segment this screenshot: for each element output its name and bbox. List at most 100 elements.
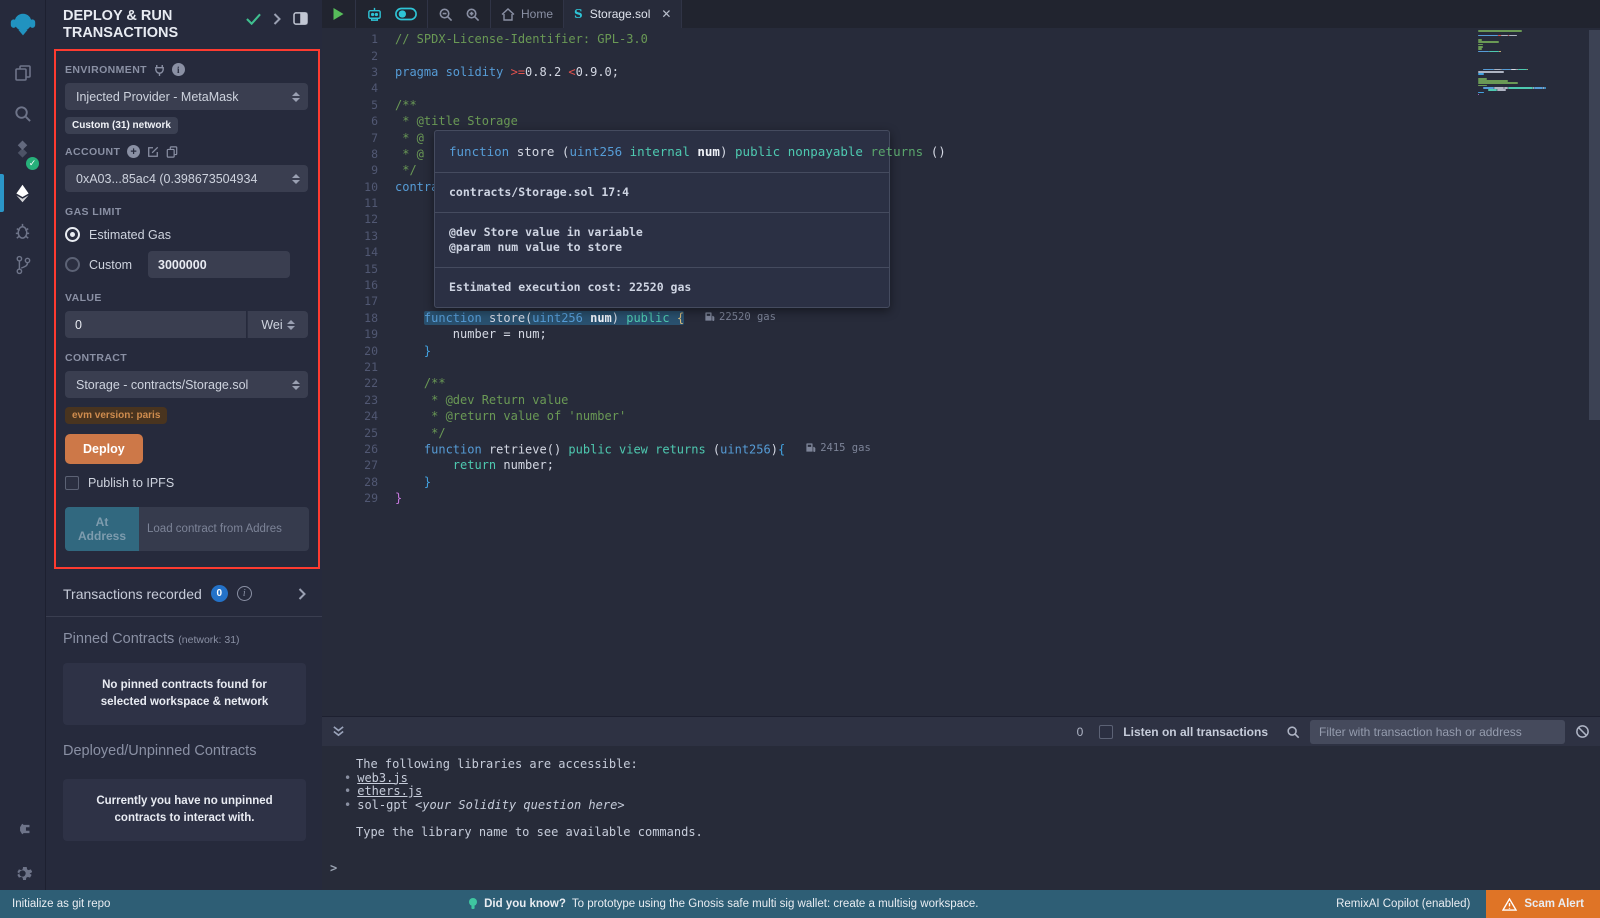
estimated-gas-radio[interactable] [65,227,80,242]
deploy-button[interactable]: Deploy [65,434,143,464]
terminal-prompt[interactable]: > [322,861,1600,875]
file-explorer-icon[interactable] [0,56,45,90]
search-icon[interactable] [0,96,45,130]
expand-terminal-icon[interactable] [332,725,345,738]
copy-address-icon[interactable] [166,146,178,158]
debugger-icon[interactable] [0,214,45,248]
at-address-button[interactable]: At Address [65,507,139,551]
transactions-expand-icon[interactable] [298,588,306,600]
sign-message-icon[interactable] [147,146,159,158]
publish-ipfs-row[interactable]: Publish to IPFS [65,476,308,490]
code-line[interactable]: 19 number = num; [322,326,1600,342]
minimap-segment [1478,35,1498,37]
chevron-right-icon[interactable] [273,13,281,25]
plug-icon[interactable] [154,64,165,76]
code-line[interactable]: 4 [322,80,1600,96]
code-line[interactable]: 2 [322,47,1600,63]
copilot-status[interactable]: RemixAI Copilot (enabled) [1336,898,1470,910]
code-line[interactable]: 25 */ [322,424,1600,440]
value-input[interactable] [65,311,246,338]
line-number: 7 [322,131,378,145]
code-line[interactable]: 6 * @title Storage [322,113,1600,129]
code-line[interactable]: 26 function retrieve() public view retur… [322,441,1600,457]
code-token: pragma solidity [395,65,511,79]
code-line[interactable]: 5/** [322,97,1600,113]
code-token: return [453,458,504,472]
estimated-gas-option[interactable]: Estimated Gas [65,227,308,242]
editor-minimap[interactable] [1476,30,1586,96]
listen-all-transactions-checkbox[interactable] [1099,725,1113,739]
transactions-count-badge: 0 [211,585,228,602]
close-tab-icon[interactable]: ✕ [661,7,671,21]
tab-storage-sol[interactable]: S Storage.sol ✕ [564,0,682,28]
line-content: */ [378,163,417,177]
warning-triangle-icon [1502,898,1517,911]
terminal-link[interactable]: web3.js [357,771,408,785]
line-content: function store(uint256 num) public {2252… [378,311,776,326]
account-select[interactable]: 0xA03...85ac4 (0.398673504934 [65,165,308,192]
terminal-link[interactable]: ethers.js [357,784,422,798]
settings-gear-icon[interactable] [0,856,45,890]
code-token: uint256 [720,442,771,456]
publish-ipfs-checkbox[interactable] [65,476,79,490]
pinned-contracts-title: Pinned Contracts (network: 31) [63,631,306,647]
minimap-segment [1497,89,1506,91]
terminal-output[interactable]: The following libraries are accessible:•… [322,746,1600,890]
code-line[interactable]: 28 } [322,474,1600,490]
code-line[interactable]: 24 * @return value of 'number' [322,408,1600,424]
copilot-toggle-icon[interactable] [395,7,417,21]
custom-gas-radio[interactable] [65,257,80,272]
environment-select[interactable]: Injected Provider - MetaMask [65,83,308,110]
terminal-search-icon [1286,725,1300,739]
code-line[interactable]: 1// SPDX-License-Identifier: GPL-3.0 [322,31,1600,47]
line-number: 28 [322,475,378,489]
code-line[interactable]: 3pragma solidity >=0.8.2 <0.9.0; [322,64,1600,80]
code-line[interactable]: 29} [322,490,1600,506]
clear-terminal-icon[interactable] [1575,724,1590,739]
custom-gas-input[interactable] [148,251,290,278]
value-unit-select[interactable]: Wei [247,311,308,338]
code-line[interactable]: 21 [322,359,1600,375]
remix-logo-icon[interactable] [0,6,45,44]
home-tab[interactable]: Home [501,7,553,21]
editor-scrollbar[interactable] [1589,30,1600,420]
account-label-row: ACCOUNT + [65,145,308,158]
zoom-in-icon[interactable] [465,7,480,22]
code-line[interactable]: 23 * @dev Return value [322,392,1600,408]
load-contract-address-input[interactable] [139,507,309,551]
plugin-manager-icon[interactable] [0,812,45,846]
code-line[interactable]: 27 return number; [322,457,1600,473]
git-icon[interactable] [0,248,45,282]
code-editor[interactable]: 1// SPDX-License-Identifier: GPL-3.023pr… [322,28,1600,716]
deploy-and-run-icon[interactable] [0,176,45,210]
minimap-segment [1478,94,1479,96]
add-account-icon[interactable]: + [127,145,140,158]
code-line[interactable]: 20 } [322,342,1600,358]
run-script-play-icon[interactable] [332,7,345,21]
line-number: 14 [322,245,378,259]
tab-label: Storage.sol [590,7,651,21]
selection-highlight: function store(uint256 num) public { [424,311,684,325]
minimap-segment [1478,51,1489,53]
status-bar: Initialize as git repo Did you know? To … [0,890,1600,918]
transaction-filter-input[interactable] [1310,720,1565,744]
pin-panel-icon[interactable] [293,12,308,25]
ai-copilot-robot-icon[interactable] [366,6,383,22]
estimated-gas-label: Estimated Gas [89,228,171,242]
line-number: 13 [322,229,378,243]
zoom-out-icon[interactable] [438,7,453,22]
code-line[interactable]: 18 function store(uint256 num) public {2… [322,310,1600,326]
tooltip-doc-param: @param num value to store [449,240,875,255]
contract-select[interactable]: Storage - contracts/Storage.sol [65,371,308,398]
solidity-compiler-icon[interactable]: ✓ [0,134,45,168]
transactions-info-icon[interactable]: i [237,586,252,601]
code-token: store [489,311,525,325]
git-init-status[interactable]: Initialize as git repo [12,898,110,910]
custom-gas-option[interactable]: Custom [65,251,308,278]
environment-info-icon[interactable]: i [172,63,185,76]
line-number: 26 [322,442,378,456]
scam-alert-button[interactable]: Scam Alert [1486,890,1600,918]
code-line[interactable]: 22 /** [322,375,1600,391]
code-token: ) [771,442,778,456]
environment-value: Injected Provider - MetaMask [76,90,288,104]
